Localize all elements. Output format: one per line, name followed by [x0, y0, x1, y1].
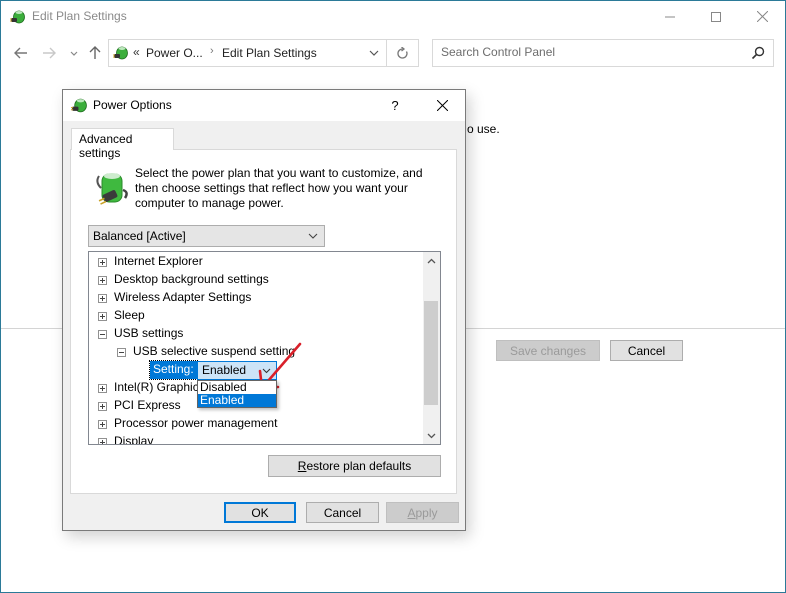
background-instruction-text: o use. [467, 122, 500, 136]
cancel-button[interactable]: Cancel [306, 502, 379, 523]
tree-item-label: Wireless Adapter Settings [114, 290, 252, 304]
breadcrumb-power-options[interactable]: Power O... [146, 46, 203, 60]
background-cancel-button[interactable]: Cancel [610, 340, 683, 361]
restore-mnemonic: R [297, 459, 307, 473]
back-button[interactable] [11, 43, 31, 63]
recent-locations-button[interactable] [64, 43, 84, 63]
chevron-down-icon [369, 50, 379, 56]
dialog-titlebar: Power Options ? [63, 90, 465, 121]
setting-label: Setting: [149, 360, 198, 380]
power-options-icon [71, 98, 87, 113]
expand-icon[interactable] [98, 276, 107, 285]
tree-item-label: Sleep [114, 308, 145, 322]
close-icon [756, 11, 768, 22]
tree-item-label: Desktop background settings [114, 272, 269, 286]
search-icon[interactable] [751, 46, 765, 60]
dialog-close-button[interactable] [431, 95, 453, 115]
tree-item-label: Internet Explorer [114, 254, 203, 268]
expand-icon[interactable] [98, 384, 107, 393]
expand-icon[interactable] [98, 420, 107, 429]
chevron-down-icon [427, 433, 436, 438]
setting-value: Enabled [202, 363, 247, 377]
scroll-down-button[interactable] [423, 427, 440, 444]
expand-icon[interactable] [98, 312, 107, 321]
expand-icon[interactable] [98, 294, 107, 303]
dialog-title: Power Options [93, 98, 172, 112]
power-options-dialog: Power Options ? Advanced settings Select… [62, 89, 466, 531]
tree-scrollbar[interactable] [423, 252, 440, 444]
setting-options-list: Disabled Enabled [197, 380, 277, 408]
tree-item-label: Display [114, 434, 154, 445]
expand-icon[interactable] [98, 438, 107, 444]
apply-label: pply [415, 505, 438, 520]
close-icon [436, 99, 448, 111]
expand-icon[interactable] [98, 258, 107, 267]
ok-button[interactable]: OK [224, 502, 296, 523]
search-input[interactable] [441, 45, 741, 59]
chevron-up-icon [427, 258, 436, 263]
search-box[interactable] [432, 39, 774, 67]
breadcrumb-separator[interactable]: › [210, 45, 214, 57]
restore-label: estore plan defaults [306, 459, 412, 473]
power-options-icon [113, 46, 128, 60]
apply-button[interactable]: Apply [386, 502, 459, 523]
close-window-button[interactable] [739, 1, 785, 32]
intro-text: Select the power plan that you want to c… [135, 166, 423, 210]
minimize-icon [665, 16, 675, 17]
refresh-icon [397, 46, 408, 59]
forward-button[interactable] [39, 43, 59, 63]
usb-suspend-setting-select[interactable]: Enabled [197, 361, 277, 380]
address-bar[interactable]: « Power O... › Edit Plan Settings [108, 39, 387, 67]
battery-plug-icon [96, 173, 128, 205]
tree-item-label: Processor power management [114, 416, 278, 430]
help-button[interactable]: ? [385, 95, 405, 115]
maximize-icon [711, 11, 721, 22]
restore-plan-defaults-button[interactable]: Restore plan defaults [268, 455, 441, 477]
address-history-button[interactable] [364, 44, 384, 62]
chevron-down-icon [70, 51, 78, 56]
arrow-right-icon [43, 47, 56, 59]
save-changes-button[interactable]: Save changes [496, 340, 600, 361]
arrow-left-icon [14, 47, 27, 59]
chevron-down-icon [262, 368, 271, 374]
tab-advanced-settings[interactable]: Advanced settings [71, 128, 174, 160]
up-button[interactable] [85, 43, 105, 63]
scroll-thumb[interactable] [424, 301, 438, 405]
breadcrumb-overflow[interactable]: « [133, 45, 140, 59]
window-title: Edit Plan Settings [32, 9, 127, 23]
collapse-icon[interactable] [98, 330, 107, 339]
power-plan-select[interactable]: Balanced [Active] [88, 225, 325, 247]
advanced-settings-panel: Select the power plan that you want to c… [70, 149, 457, 494]
apply-mnemonic: A [407, 505, 416, 520]
power-plan-value: Balanced [Active] [93, 229, 186, 243]
tree-item-label: USB settings [114, 326, 184, 340]
minimize-button[interactable] [647, 1, 693, 32]
refresh-button[interactable] [387, 39, 419, 67]
window-titlebar: Edit Plan Settings [1, 1, 785, 33]
navigation-bar: « Power O... › Edit Plan Settings [1, 37, 785, 69]
option-enabled[interactable]: Enabled [198, 394, 276, 407]
collapse-icon[interactable] [117, 348, 126, 357]
arrow-up-icon [89, 46, 101, 59]
power-options-icon [10, 10, 25, 24]
tree-item-label: PCI Express [114, 398, 181, 412]
settings-tree[interactable]: Internet Explorer Desktop background set… [88, 251, 441, 445]
scroll-up-button[interactable] [423, 252, 440, 269]
breadcrumb-edit-plan-settings[interactable]: Edit Plan Settings [222, 46, 317, 60]
expand-icon[interactable] [98, 402, 107, 411]
chevron-down-icon [308, 233, 318, 239]
tree-item-label: USB selective suspend setting [133, 344, 296, 358]
maximize-button[interactable] [693, 1, 739, 32]
